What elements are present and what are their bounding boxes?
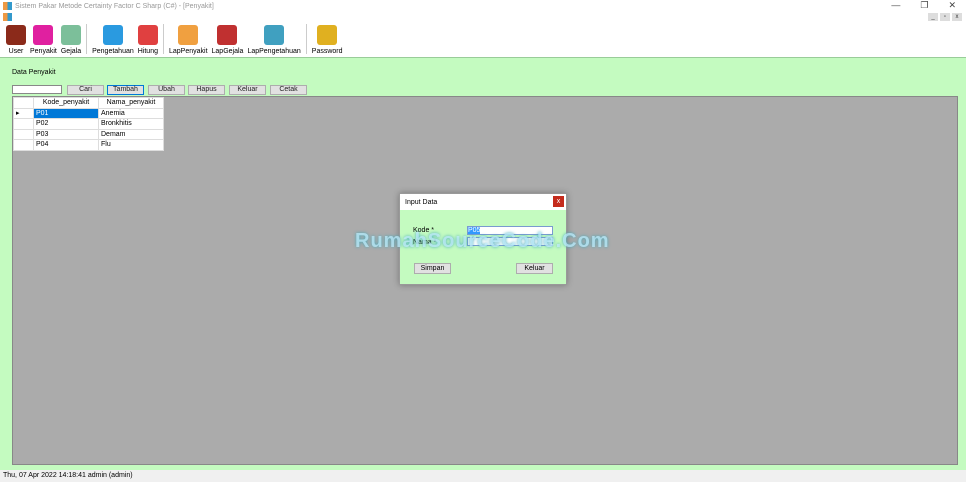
kode-label: Kode *	[413, 227, 435, 234]
magnifier-icon	[217, 25, 238, 45]
window-title: Sistem Pakar Metode Certainty Factor C S…	[15, 2, 214, 10]
simpan-button[interactable]: Simpan	[414, 263, 451, 274]
cell-nama[interactable]: Bronkhitis	[98, 118, 164, 130]
toolbar-button-lapgejala[interactable]: LapGejala	[210, 25, 246, 57]
arrows-in-icon	[102, 25, 123, 45]
row-header	[13, 128, 34, 140]
cell-nama[interactable]: Anemia	[98, 107, 164, 119]
kode-value: P05	[468, 227, 481, 234]
app-icon	[3, 2, 12, 10]
minimize-button[interactable]: —	[891, 0, 900, 11]
toolbar-label: LapGejala	[211, 48, 244, 55]
row-header-corner	[13, 97, 34, 109]
search-input[interactable]	[12, 85, 62, 94]
row-header	[13, 118, 34, 130]
toolbar-label: Pengetahuan	[92, 48, 134, 55]
kode-input[interactable]: P05	[467, 226, 553, 235]
toolbar-button-password[interactable]: Password	[310, 25, 345, 57]
toolbar-label: Penyakit	[30, 48, 57, 55]
ubah-button[interactable]: Ubah	[148, 85, 185, 95]
numbers-icon	[137, 25, 158, 45]
report-icon	[178, 25, 199, 45]
cetak-button[interactable]: Cetak	[270, 85, 307, 95]
table-row[interactable]: P02 Bronkhitis	[13, 118, 164, 130]
status-bar: Thu, 07 Apr 2022 14:18:41 admin (admin)	[0, 470, 966, 482]
dialog-keluar-button[interactable]: Keluar	[516, 263, 553, 274]
toolbar-separator	[86, 24, 88, 54]
network-icon	[264, 25, 285, 45]
user-icon	[6, 25, 26, 45]
toolbar-label: Gejala	[60, 48, 82, 55]
maximize-button[interactable]: ❐	[920, 0, 928, 11]
toolbar-label: Hitung	[137, 48, 158, 55]
table-row[interactable]: ▸ P01 Anemia	[13, 107, 164, 119]
cell-nama[interactable]: Demam	[98, 128, 164, 140]
cari-button[interactable]: Cari	[67, 85, 104, 95]
toolbar-button-gejala[interactable]: Gejala	[59, 25, 83, 57]
hapus-button[interactable]: Hapus	[188, 85, 225, 95]
toolbar-label: LapPengetahuan	[247, 48, 301, 55]
toolbar-button-lappengetahuan[interactable]: LapPengetahuan	[245, 25, 302, 57]
toolbar-button-pengetahuan[interactable]: Pengetahuan	[90, 25, 136, 57]
page-label: Data Penyakit	[12, 69, 56, 76]
title-bar: Sistem Pakar Metode Certainty Factor C S…	[0, 0, 966, 12]
toolbar-button-hitung[interactable]: Hitung	[136, 25, 160, 57]
column-header-kode[interactable]: Kode_penyakit	[33, 97, 99, 109]
mdi-minimize-button[interactable]: _	[928, 13, 938, 21]
toolbar-label: Password	[311, 48, 343, 55]
close-button[interactable]: ✕	[948, 0, 956, 11]
menu-strip: _ ▫ x	[0, 12, 966, 22]
toolbar-separator	[305, 24, 307, 54]
key-icon	[317, 25, 338, 45]
toolbar-button-user[interactable]: User	[4, 25, 28, 57]
keluar-button[interactable]: Keluar	[229, 85, 266, 95]
mdi-close-button[interactable]: x	[952, 13, 962, 21]
virus-icon	[33, 25, 54, 45]
input-data-dialog: Input Data x Kode * P05 Nama * Simpan Ke…	[399, 193, 567, 285]
current-row-indicator: ▸	[13, 107, 34, 119]
atom-icon	[60, 25, 81, 45]
toolbar-button-penyakit[interactable]: Penyakit	[28, 25, 59, 57]
toolbar-separator	[162, 24, 164, 54]
mdi-child-icon[interactable]	[3, 13, 12, 21]
cell-nama[interactable]: Flu	[98, 139, 164, 151]
nama-label: Nama *	[413, 239, 437, 246]
toolbar: User Penyakit Gejala Pengetahuan Hitung LapPe…	[0, 22, 966, 58]
cell-kode[interactable]: P01	[33, 107, 99, 119]
toolbar-button-lappenyakit[interactable]: LapPenyakit	[167, 25, 210, 57]
dialog-close-button[interactable]: x	[553, 196, 564, 207]
table-row[interactable]: P04 Flu	[13, 139, 164, 151]
cell-kode[interactable]: P03	[33, 128, 99, 140]
mdi-restore-button[interactable]: ▫	[940, 13, 950, 21]
column-header-nama[interactable]: Nama_penyakit	[98, 97, 164, 109]
toolbar-label: LapPenyakit	[168, 48, 208, 55]
dialog-title: Input Data	[400, 194, 566, 210]
toolbar-label: User	[8, 48, 24, 55]
row-header	[13, 139, 34, 151]
tambah-button[interactable]: Tambah	[107, 85, 144, 95]
table-row[interactable]: P03 Demam	[13, 128, 164, 140]
nama-input[interactable]	[467, 237, 553, 246]
cell-kode[interactable]: P02	[33, 118, 99, 130]
cell-kode[interactable]: P04	[33, 139, 99, 151]
